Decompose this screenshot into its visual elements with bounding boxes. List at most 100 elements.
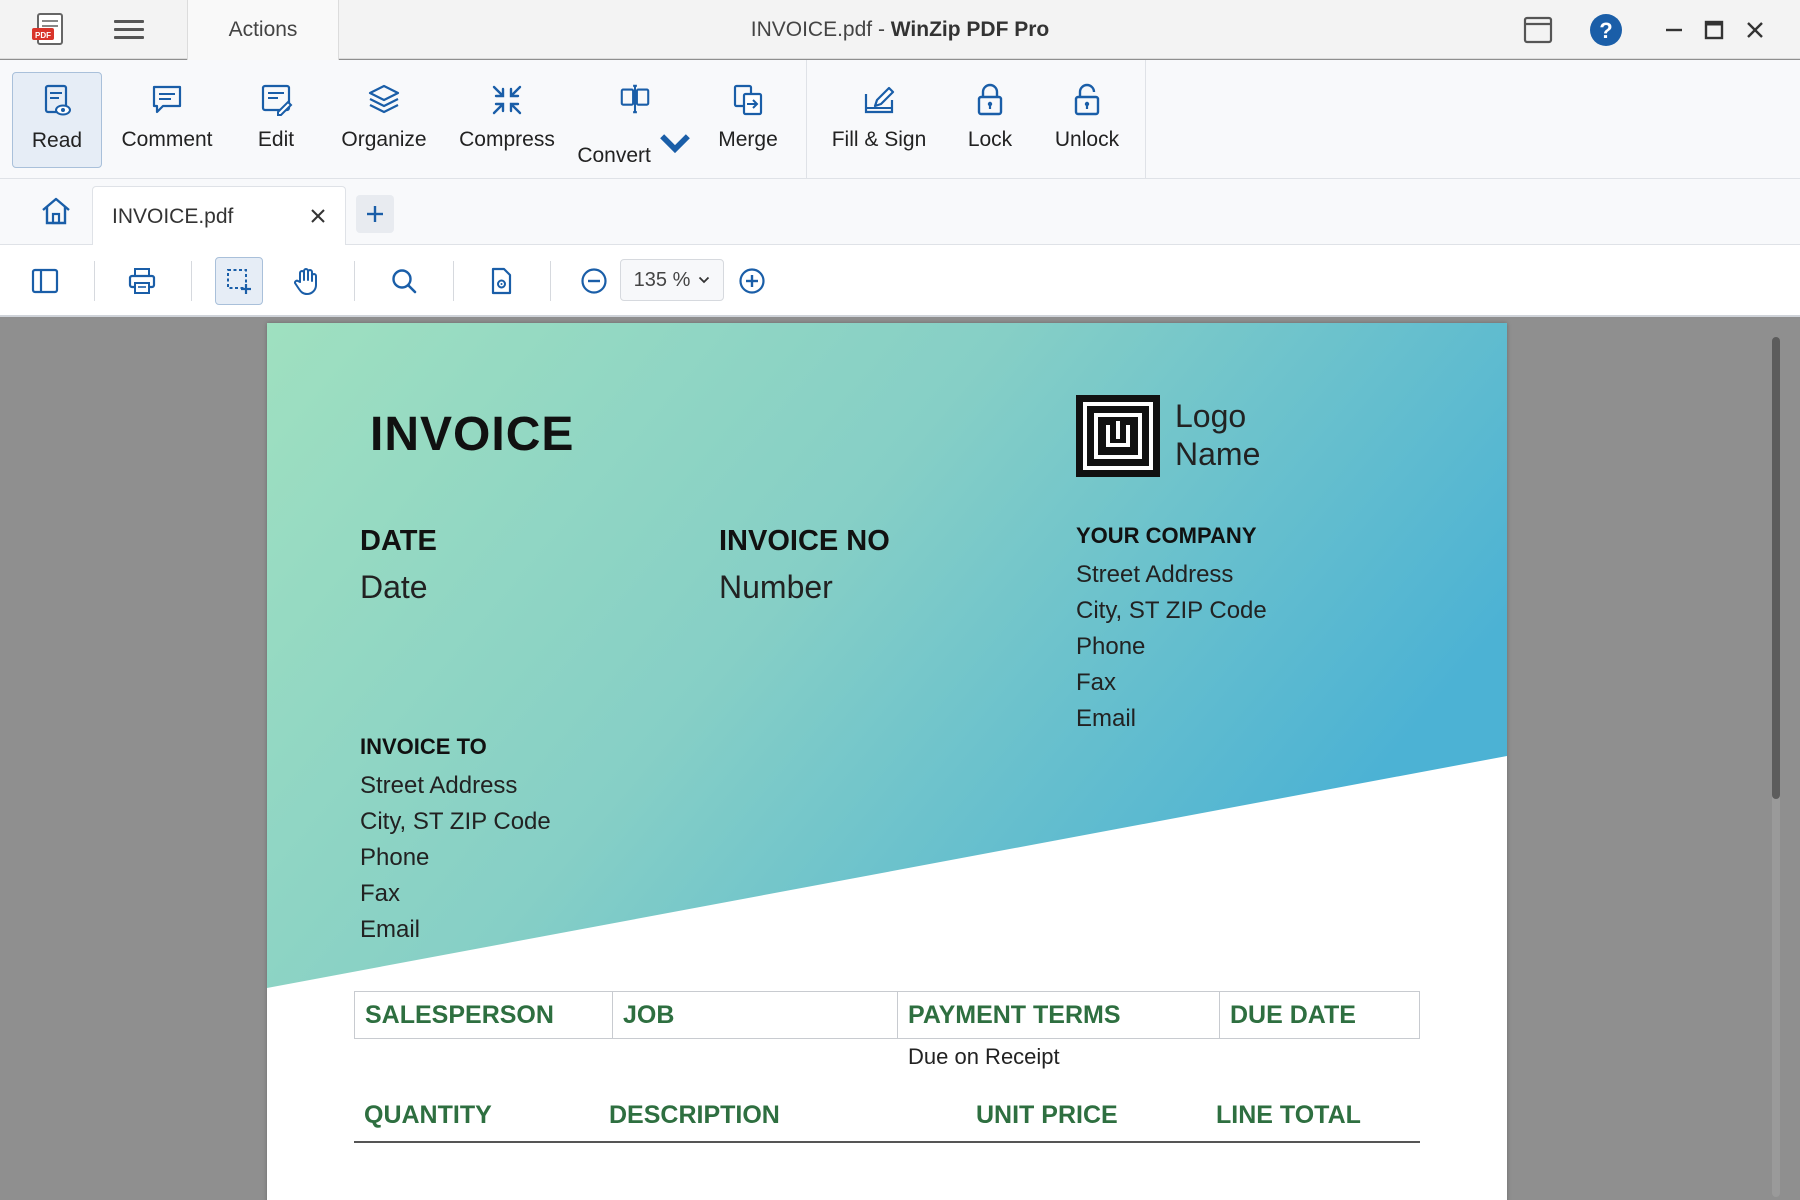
line-items-header: QUANTITY DESCRIPTION UNIT PRICE LINE TOT… <box>354 1101 1420 1143</box>
document-tabs-bar: INVOICE.pdf <box>0 179 1800 246</box>
summary-table-header: SALESPERSON JOB PAYMENT TERMS DUE DATE <box>354 991 1420 1039</box>
job-header: JOB <box>613 992 898 1038</box>
new-tab-button[interactable] <box>356 195 394 233</box>
pdf-app-icon[interactable]: PDF <box>30 12 70 48</box>
company-fax: Fax <box>1076 669 1117 696</box>
zoom-in-button[interactable] <box>728 257 776 305</box>
lock-label: Lock <box>967 128 1013 151</box>
document-tab[interactable]: INVOICE.pdf <box>92 186 346 246</box>
invoice-to-label: INVOICE TO <box>360 734 487 759</box>
unit-price-header: UNIT PRICE <box>976 1101 1118 1129</box>
fill-sign-label: Fill & Sign <box>831 128 927 151</box>
close-window-button[interactable] <box>1735 12 1775 48</box>
document-viewer[interactable]: INVOICE DATE Date INVOICE NO Number Logo… <box>0 319 1800 1200</box>
line-total-header: LINE TOTAL <box>1216 1101 1361 1129</box>
lock-button[interactable]: Lock <box>950 72 1030 168</box>
date-label: DATE <box>360 525 437 557</box>
unlock-button[interactable]: Unlock <box>1042 72 1132 168</box>
close-tab-button[interactable] <box>303 201 333 231</box>
zoom-level-value: 135 % <box>633 268 691 291</box>
company-email: Email <box>1076 705 1137 732</box>
compress-button[interactable]: Compress <box>452 72 562 168</box>
convert-label-text: Convert <box>577 144 651 167</box>
invoice-to-email: Email <box>360 916 421 943</box>
date-value: Date <box>360 569 428 605</box>
invoice-title: INVOICE <box>370 408 575 461</box>
lock-icon <box>977 83 1003 116</box>
print-button[interactable] <box>118 257 166 305</box>
edit-label: Edit <box>257 128 295 151</box>
window-doc-name: INVOICE.pdf <box>750 18 873 41</box>
zoom-out-button[interactable] <box>570 257 618 305</box>
menu-line <box>114 20 144 23</box>
page-settings-icon <box>491 267 512 295</box>
payment-terms-value: Due on Receipt <box>908 1044 1060 1069</box>
read-icon <box>44 84 71 116</box>
home-button[interactable] <box>36 193 76 229</box>
vertical-scrollbar-thumb[interactable] <box>1772 337 1780 799</box>
read-label: Read <box>31 129 83 152</box>
document-tab-label: INVOICE.pdf <box>112 205 234 228</box>
unlock-label: Unlock <box>1054 128 1120 151</box>
unlock-icon <box>1074 83 1100 116</box>
invoice-to-phone: Phone <box>360 844 430 871</box>
zoom-level-select[interactable]: 135 % <box>620 259 724 301</box>
edit-icon <box>261 84 293 116</box>
organize-button[interactable]: Organize <box>328 72 440 168</box>
select-area-tool[interactable] <box>215 257 263 305</box>
sidebar-icon <box>31 268 59 294</box>
zoom-out-icon <box>581 268 607 294</box>
page-settings-button[interactable] <box>477 257 525 305</box>
merge-icon <box>733 84 763 116</box>
company-phone: Phone <box>1076 633 1146 660</box>
edit-button[interactable]: Edit <box>236 72 316 168</box>
hand-tool[interactable] <box>282 257 330 305</box>
toolbar-divider <box>550 261 551 301</box>
ribbon-divider <box>806 60 807 179</box>
invoice-to-fax: Fax <box>360 880 401 907</box>
close-icon <box>311 209 325 223</box>
organize-label: Organize <box>341 128 427 151</box>
merge-button[interactable]: Merge <box>708 72 788 168</box>
toolbar-divider <box>94 261 95 301</box>
window-app-name: WinZip PDF Pro <box>890 18 1050 41</box>
window-title-separator: - <box>872 18 891 41</box>
convert-button[interactable]: Convert <box>574 72 696 168</box>
maximize-button[interactable] <box>1694 12 1734 48</box>
chevron-down-icon <box>699 276 710 284</box>
logo-name: Logo Name <box>1175 397 1260 473</box>
toolbar-divider <box>453 261 454 301</box>
view-toolbar: 135 % <box>0 245 1800 317</box>
quantity-header: QUANTITY <box>364 1101 492 1129</box>
comment-button[interactable]: Comment <box>110 72 224 168</box>
home-icon <box>42 197 70 225</box>
due-date-header: DUE DATE <box>1230 1000 1356 1029</box>
layout-toggle-button[interactable] <box>1518 12 1558 48</box>
comment-label: Comment <box>121 128 213 151</box>
company-street: Street Address <box>1076 561 1234 588</box>
search-icon <box>392 269 417 294</box>
salesperson-header: SALESPERSON <box>355 992 613 1038</box>
compress-label: Compress <box>459 128 555 151</box>
zoom-in-icon <box>739 268 765 294</box>
payment-terms-header: PAYMENT TERMS <box>898 992 1220 1038</box>
sidebar-toggle-button[interactable] <box>21 257 69 305</box>
chevron-down-icon <box>659 134 690 154</box>
description-header: DESCRIPTION <box>609 1101 780 1129</box>
hand-icon <box>294 268 317 295</box>
actions-tab[interactable]: Actions <box>187 0 339 60</box>
menu-line <box>114 28 144 31</box>
search-button[interactable] <box>380 257 428 305</box>
help-button[interactable]: ? <box>1586 12 1626 48</box>
compress-icon <box>492 85 522 115</box>
read-button[interactable]: Read <box>12 72 102 168</box>
title-bar: PDF Actions INVOICE.pdf - WinZip PDF Pro… <box>0 0 1800 60</box>
select-area-icon <box>227 269 251 294</box>
pdf-page: INVOICE DATE Date INVOICE NO Number Logo… <box>267 323 1507 1200</box>
fill-sign-button[interactable]: Fill & Sign <box>820 72 938 168</box>
plus-icon <box>367 206 383 222</box>
main-menu-button[interactable] <box>110 16 148 44</box>
minimize-button[interactable] <box>1654 12 1694 48</box>
ribbon-divider <box>1145 60 1146 179</box>
fill-sign-icon <box>864 86 895 114</box>
